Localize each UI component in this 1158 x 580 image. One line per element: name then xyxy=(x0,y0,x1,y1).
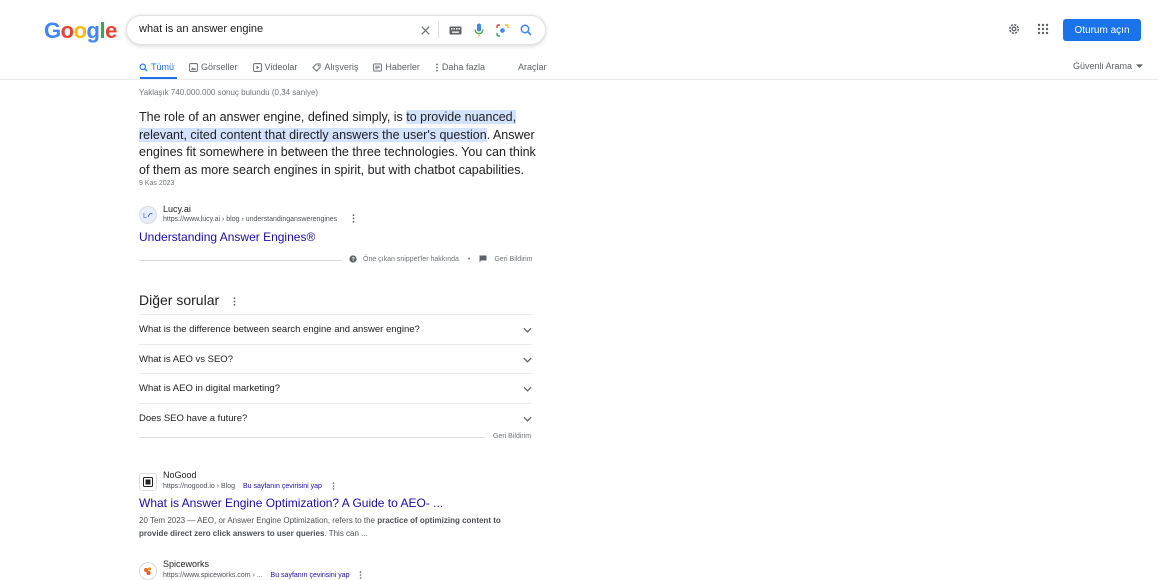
chevron-down-icon xyxy=(523,386,532,392)
close-icon[interactable] xyxy=(417,22,433,38)
search-icon[interactable] xyxy=(518,22,534,38)
featured-snippet-text: The role of an answer engine, defined si… xyxy=(139,109,539,179)
translate-link[interactable]: Bu sayfanın çevirisini yap xyxy=(271,572,350,579)
desc-text: — AEO, or Answer Engine Optimization, re… xyxy=(185,516,378,525)
search-divider xyxy=(438,22,439,38)
more-options-icon[interactable] xyxy=(352,214,355,225)
desc-text: . This can ... xyxy=(324,529,368,538)
safesearch-label: Güvenli Arama xyxy=(1073,61,1133,71)
tab-label: Tümü xyxy=(151,62,175,72)
tab-label: Haberler xyxy=(385,62,420,72)
tab-all[interactable]: Tümü xyxy=(139,60,174,74)
feedback-link[interactable]: Geri Bildirim xyxy=(494,256,532,263)
more-options-icon[interactable] xyxy=(332,482,335,490)
question-text: What is the difference between search en… xyxy=(139,324,420,335)
snippet-date: 9 Kas 2023 xyxy=(139,180,175,187)
tab-news[interactable]: Haberler xyxy=(373,60,420,74)
spiceworks-favicon xyxy=(139,562,157,580)
search-input[interactable]: what is an answer engine xyxy=(139,23,263,35)
signin-button[interactable]: Oturum açın xyxy=(1063,19,1141,41)
paa-question[interactable]: What is the difference between search en… xyxy=(139,314,532,344)
news-icon xyxy=(373,62,383,72)
tab-label: Daha fazla xyxy=(441,62,485,72)
tab-label: Görseller xyxy=(201,62,238,72)
logo-letter: g xyxy=(86,18,100,43)
chevron-down-icon xyxy=(523,357,532,363)
translate-link[interactable]: Bu sayfanın çevirisini yap xyxy=(243,483,322,490)
paa-title: Diğer sorular xyxy=(139,292,220,308)
tab-label: Videolar xyxy=(264,62,298,72)
result-date: 20 Tem 2023 xyxy=(139,516,186,525)
paa-feedback-link[interactable]: Geri Bildirim xyxy=(493,433,531,440)
paa-question[interactable]: Does SEO have a future? xyxy=(139,403,532,433)
result-description: 20 Tem 2023 — AEO, or Answer Engine Opti… xyxy=(139,514,529,540)
logo-letter: G xyxy=(44,18,61,43)
site-url[interactable]: https://nogood.io › Blog xyxy=(163,483,235,490)
apps-grid-icon[interactable] xyxy=(1036,22,1050,41)
svg-text:L: L xyxy=(143,213,147,219)
tab-shopping[interactable]: Alışveriş xyxy=(312,60,358,74)
more-options-icon[interactable] xyxy=(233,297,236,306)
chevron-down-icon xyxy=(523,327,532,333)
tab-more[interactable]: Daha fazla xyxy=(435,60,485,74)
snippet-footer: ? Öne çıkan snippet'ler hakkında • Geri … xyxy=(349,255,532,263)
paa-divider xyxy=(139,437,485,438)
paa-heading: Diğer sorular xyxy=(139,292,236,308)
caret-down-icon xyxy=(1136,63,1144,68)
site-url[interactable]: https://www.lucy.ai › blog › understandi… xyxy=(163,216,337,223)
tab-tools[interactable]: Araçlar xyxy=(518,60,547,74)
search-tabs: Tümü Görseller Videolar Alışveriş Haberl… xyxy=(139,60,561,74)
result-stats: Yaklaşık 740.000.000 sonuç bulundu (0,34… xyxy=(139,88,319,97)
logo-letter: o xyxy=(60,18,74,43)
result-url-line: https://nogood.io › Blog Bu sayfanın çev… xyxy=(163,482,335,490)
lens-icon[interactable] xyxy=(494,22,510,38)
tab-videos[interactable]: Videolar xyxy=(252,60,298,74)
about-snippets-link[interactable]: Öne çıkan snippet'ler hakkında xyxy=(363,256,459,263)
snippet-divider xyxy=(139,260,342,261)
site-name[interactable]: NoGood xyxy=(163,470,197,480)
search-icon xyxy=(139,62,148,72)
site-url[interactable]: https://www.spiceworks.com › ... xyxy=(163,572,263,579)
tab-images[interactable]: Görseller xyxy=(189,60,238,74)
question-text: Does SEO have a future? xyxy=(139,413,248,424)
settings-gear-icon[interactable] xyxy=(1007,22,1021,41)
site-name[interactable]: Lucy.ai xyxy=(163,204,191,214)
google-logo[interactable]: Google xyxy=(44,18,117,44)
image-icon xyxy=(189,62,198,72)
more-options-icon[interactable] xyxy=(359,571,362,579)
result-title-link[interactable]: Understanding Answer Engines® xyxy=(139,230,315,244)
question-text: What is AEO vs SEO? xyxy=(139,354,233,365)
tab-label: Araçlar xyxy=(517,62,547,72)
chevron-down-icon xyxy=(523,416,532,422)
header-divider xyxy=(0,79,1158,80)
nogood-favicon xyxy=(139,473,157,491)
more-icon xyxy=(436,62,438,72)
help-icon: ? xyxy=(349,255,357,263)
paa-question[interactable]: What is AEO in digital marketing? xyxy=(139,373,532,403)
keyboard-icon[interactable] xyxy=(447,22,463,38)
feedback-icon xyxy=(479,255,487,263)
tab-label: Alışveriş xyxy=(324,62,359,72)
result-url-line: https://www.spiceworks.com › ... Bu sayf… xyxy=(163,571,362,579)
tag-icon xyxy=(312,62,321,72)
video-icon xyxy=(252,62,262,72)
safesearch-dropdown[interactable]: Güvenli Arama xyxy=(1073,61,1144,71)
snippet-text: The role of an answer engine, defined si… xyxy=(139,110,407,124)
mic-icon[interactable] xyxy=(471,22,487,38)
question-text: What is AEO in digital marketing? xyxy=(139,383,280,394)
lucy-favicon: L xyxy=(139,206,157,224)
logo-letter: e xyxy=(105,18,117,43)
logo-letter: o xyxy=(73,18,87,43)
paa-question[interactable]: What is AEO vs SEO? xyxy=(139,344,532,374)
site-name[interactable]: Spiceworks xyxy=(163,559,209,569)
search-box[interactable]: what is an answer engine xyxy=(126,15,546,45)
separator-dot: • xyxy=(467,255,471,263)
result-title-link[interactable]: What is Answer Engine Optimization? A Gu… xyxy=(139,496,443,510)
